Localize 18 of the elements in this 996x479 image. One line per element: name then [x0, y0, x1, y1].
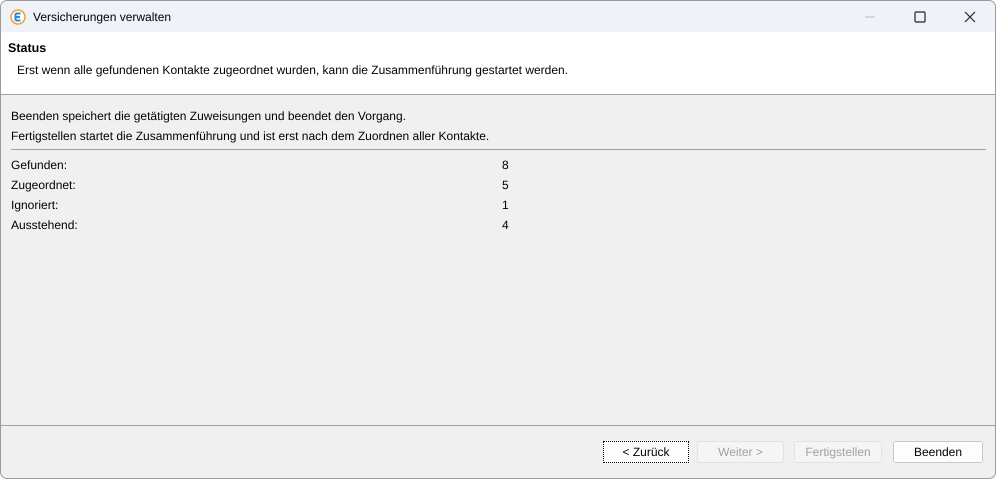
stat-value: 1 [502, 198, 509, 212]
header-title: Status [8, 41, 48, 55]
window-title: Versicherungen verwalten [33, 10, 172, 24]
wizard-button[interactable]: < Zurück [603, 441, 689, 463]
stat-value: 5 [502, 178, 509, 192]
wizard-button[interactable]: Beenden [893, 441, 983, 463]
app-logo-icon [10, 8, 26, 24]
close-icon [964, 10, 976, 22]
header-description: Erst wenn alle gefundenen Kontakte zugeordnet wurden, kann die Zusammenführung gestartet werden. [17, 63, 570, 77]
stat-value: 8 [502, 158, 509, 172]
stat-label: Ignoriert: [11, 198, 60, 212]
maximize-icon [914, 10, 926, 22]
stat-label: Zugeordnet: [11, 178, 77, 192]
info-text: Fertigstellen startet die Zusammenführung und ist erst nach dem Zuordnen aller Kontakte. [11, 128, 490, 145]
stat-value: 4 [502, 218, 509, 232]
stat-label: Gefunden: [11, 158, 68, 172]
info-text: Beenden speichert die getätigten Zuweisungen und beendet den Vorgang. [11, 108, 407, 125]
stat-label: Ausstehend: [11, 218, 79, 232]
